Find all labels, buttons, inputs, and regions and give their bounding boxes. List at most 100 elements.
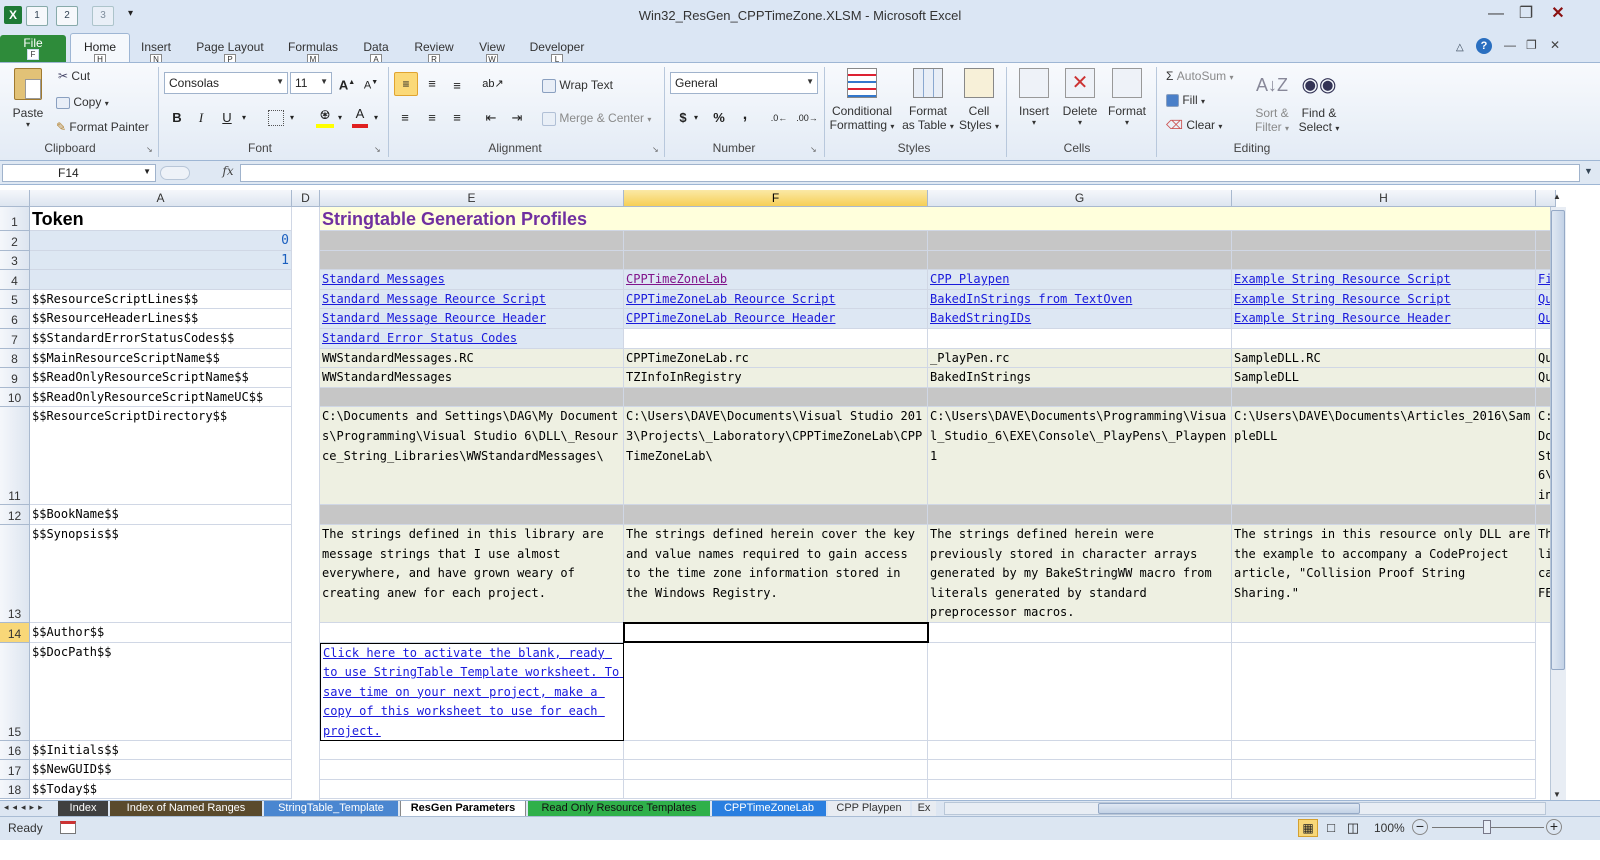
cell-f14-selected[interactable] <box>623 622 929 643</box>
tab-formulas[interactable]: Formulas M <box>287 40 339 66</box>
font-name-combo[interactable]: Consolas ▼ <box>164 72 288 94</box>
borders-icon[interactable] <box>268 110 284 126</box>
cell[interactable] <box>292 207 320 801</box>
cell-a17[interactable]: $$NewGUID$$ <box>30 760 292 780</box>
row-header[interactable]: 16 <box>0 740 30 761</box>
cell-e13[interactable]: The strings defined in this library are … <box>320 525 624 623</box>
align-left-icon[interactable]: ≡ <box>394 107 416 129</box>
cell-g14[interactable] <box>929 623 1232 643</box>
row-header[interactable]: 13 <box>0 525 30 623</box>
tab-developer[interactable]: Developer L <box>528 40 586 66</box>
sheet-tab-stringtable-template[interactable]: StringTable_Template <box>264 801 398 817</box>
cell-a9[interactable]: $$ReadOnlyResourceScriptName$$ <box>30 368 292 388</box>
row-header[interactable]: 11 <box>0 407 30 506</box>
cell-g3[interactable] <box>928 250 1232 271</box>
cell-a15[interactable]: $$DocPath$$ <box>30 642 292 741</box>
row-header[interactable]: 9 <box>0 368 30 388</box>
cell-a13[interactable]: $$Synopsis$$ <box>30 525 292 623</box>
cell-g6[interactable]: BakedStringIDs <box>928 309 1232 329</box>
cell-g16[interactable] <box>928 740 1232 761</box>
cell-g13[interactable]: The strings defined herein were previous… <box>928 525 1232 623</box>
cell-h16[interactable] <box>1232 740 1536 761</box>
cell-g18[interactable] <box>928 779 1232 800</box>
align-bottom-icon[interactable]: ≡ <box>446 75 468 97</box>
workbook-close-icon[interactable]: ✕ <box>1550 38 1560 52</box>
cell-e10[interactable] <box>320 387 624 408</box>
cell-h3[interactable] <box>1232 250 1536 271</box>
page-break-view-icon[interactable]: ◫ <box>1344 820 1362 836</box>
row-header[interactable]: 18 <box>0 779 30 800</box>
number-format-combo[interactable]: General ▼ <box>670 72 818 94</box>
cut-button[interactable]: ✂ Cut <box>58 69 90 83</box>
fill-color-icon[interactable]: ♼ <box>316 108 334 128</box>
column-header-f[interactable]: F <box>624 190 928 207</box>
scroll-down-icon[interactable]: ▼ <box>1553 790 1561 799</box>
cell-h18[interactable] <box>1232 779 1536 800</box>
cell-a4[interactable] <box>30 270 292 290</box>
underline-dropdown-icon[interactable]: ▾ <box>242 113 246 122</box>
column-header-g[interactable]: G <box>928 190 1232 207</box>
sheet-tab-readonly-templates[interactable]: Read Only Resource Templates <box>528 801 710 817</box>
cell-f8[interactable]: CPPTimeZoneLab.rc <box>624 348 928 369</box>
tab-insert[interactable]: Insert N <box>136 40 176 66</box>
cell-h12[interactable] <box>1232 505 1536 525</box>
cell-g8[interactable]: _PlayPen.rc <box>928 348 1232 369</box>
help-icon[interactable]: ? <box>1476 38 1492 54</box>
center-icon[interactable]: ≡ <box>421 107 443 129</box>
cell-h2[interactable] <box>1232 231 1536 251</box>
horizontal-scroll-thumb[interactable] <box>1098 803 1360 814</box>
format-painter-button[interactable]: ✎ Format Painter <box>56 120 149 134</box>
column-header-e[interactable]: E <box>320 190 624 207</box>
cell-g2[interactable] <box>928 231 1232 251</box>
fill-button[interactable]: Fill ▾ <box>1166 93 1205 108</box>
close-icon[interactable]: ✕ <box>1544 4 1572 26</box>
restore-icon[interactable]: ❐ <box>1512 4 1540 26</box>
tab-view[interactable]: View W <box>476 40 508 66</box>
font-size-combo[interactable]: 11 ▼ <box>290 72 332 94</box>
autosum-button[interactable]: Σ AutoSum ▾ <box>1166 69 1233 83</box>
cell-e1[interactable]: Stringtable Generation Profiles <box>320 207 1556 231</box>
comma-button[interactable]: , <box>734 104 756 126</box>
cell-a16[interactable]: $$Initials$$ <box>30 740 292 761</box>
cell-g11[interactable]: C:\Users\DAVE\Documents\Programming\Visu… <box>928 407 1232 506</box>
cell-f10[interactable] <box>624 387 928 408</box>
expand-formula-bar-icon[interactable]: ▼ <box>1584 166 1593 176</box>
cell-styles-button[interactable]: Cell Styles ▾ <box>956 68 1002 132</box>
cell-h10[interactable] <box>1232 387 1536 408</box>
shrink-font-icon[interactable]: A▼ <box>360 72 382 94</box>
zoom-in-icon[interactable]: + <box>1546 819 1562 835</box>
italic-button[interactable]: I <box>190 107 212 129</box>
row-header[interactable]: 2 <box>0 231 30 251</box>
workbook-minimize-icon[interactable]: — <box>1504 38 1516 52</box>
font-color-icon[interactable]: A <box>352 106 368 128</box>
dialog-launcher-icon[interactable]: ↘ <box>374 145 381 154</box>
cell-f11[interactable]: C:\Users\DAVE\Documents\Visual Studio 20… <box>624 407 928 506</box>
row-header[interactable]: 12 <box>0 505 30 525</box>
insert-function-button[interactable]: fx <box>218 164 238 182</box>
cell-a7[interactable]: $$StandardErrorStatusCodes$$ <box>30 329 292 349</box>
decrease-indent-icon[interactable]: ⇤ <box>480 107 502 129</box>
cell-e4[interactable]: Standard Messages <box>320 270 624 290</box>
delete-cells-button[interactable]: ✕ Delete ▾ <box>1058 68 1102 127</box>
grow-font-icon[interactable]: A▲ <box>336 72 358 94</box>
vertical-scroll-thumb[interactable] <box>1551 210 1565 670</box>
clear-button[interactable]: ⌫ Clear ▾ <box>1166 118 1222 132</box>
cell-g17[interactable] <box>928 760 1232 780</box>
increase-decimal-icon[interactable]: .0← <box>768 107 790 129</box>
page-layout-view-icon[interactable]: □ <box>1322 820 1340 836</box>
cell-f12[interactable] <box>624 505 928 525</box>
row-header[interactable]: 7 <box>0 329 30 349</box>
cell-e14[interactable] <box>320 623 624 643</box>
workbook-restore-icon[interactable]: ❐ <box>1526 38 1537 52</box>
cell-e6[interactable]: Standard Message Reource Header <box>320 309 624 329</box>
cell-a10[interactable]: $$ReadOnlyResourceScriptNameUC$$ <box>30 387 292 408</box>
cell-a3[interactable]: 1 <box>30 250 292 271</box>
tab-data[interactable]: Data A <box>360 40 392 66</box>
row-header[interactable]: 1 <box>0 207 30 231</box>
cell-a8[interactable]: $$MainResourceScriptName$$ <box>30 348 292 369</box>
dialog-launcher-icon[interactable]: ↘ <box>652 145 659 154</box>
column-header-h[interactable]: H <box>1232 190 1536 207</box>
tab-file[interactable]: File F <box>0 35 66 62</box>
align-right-icon[interactable]: ≡ <box>446 107 468 129</box>
currency-dropdown-icon[interactable]: ▾ <box>694 113 698 122</box>
